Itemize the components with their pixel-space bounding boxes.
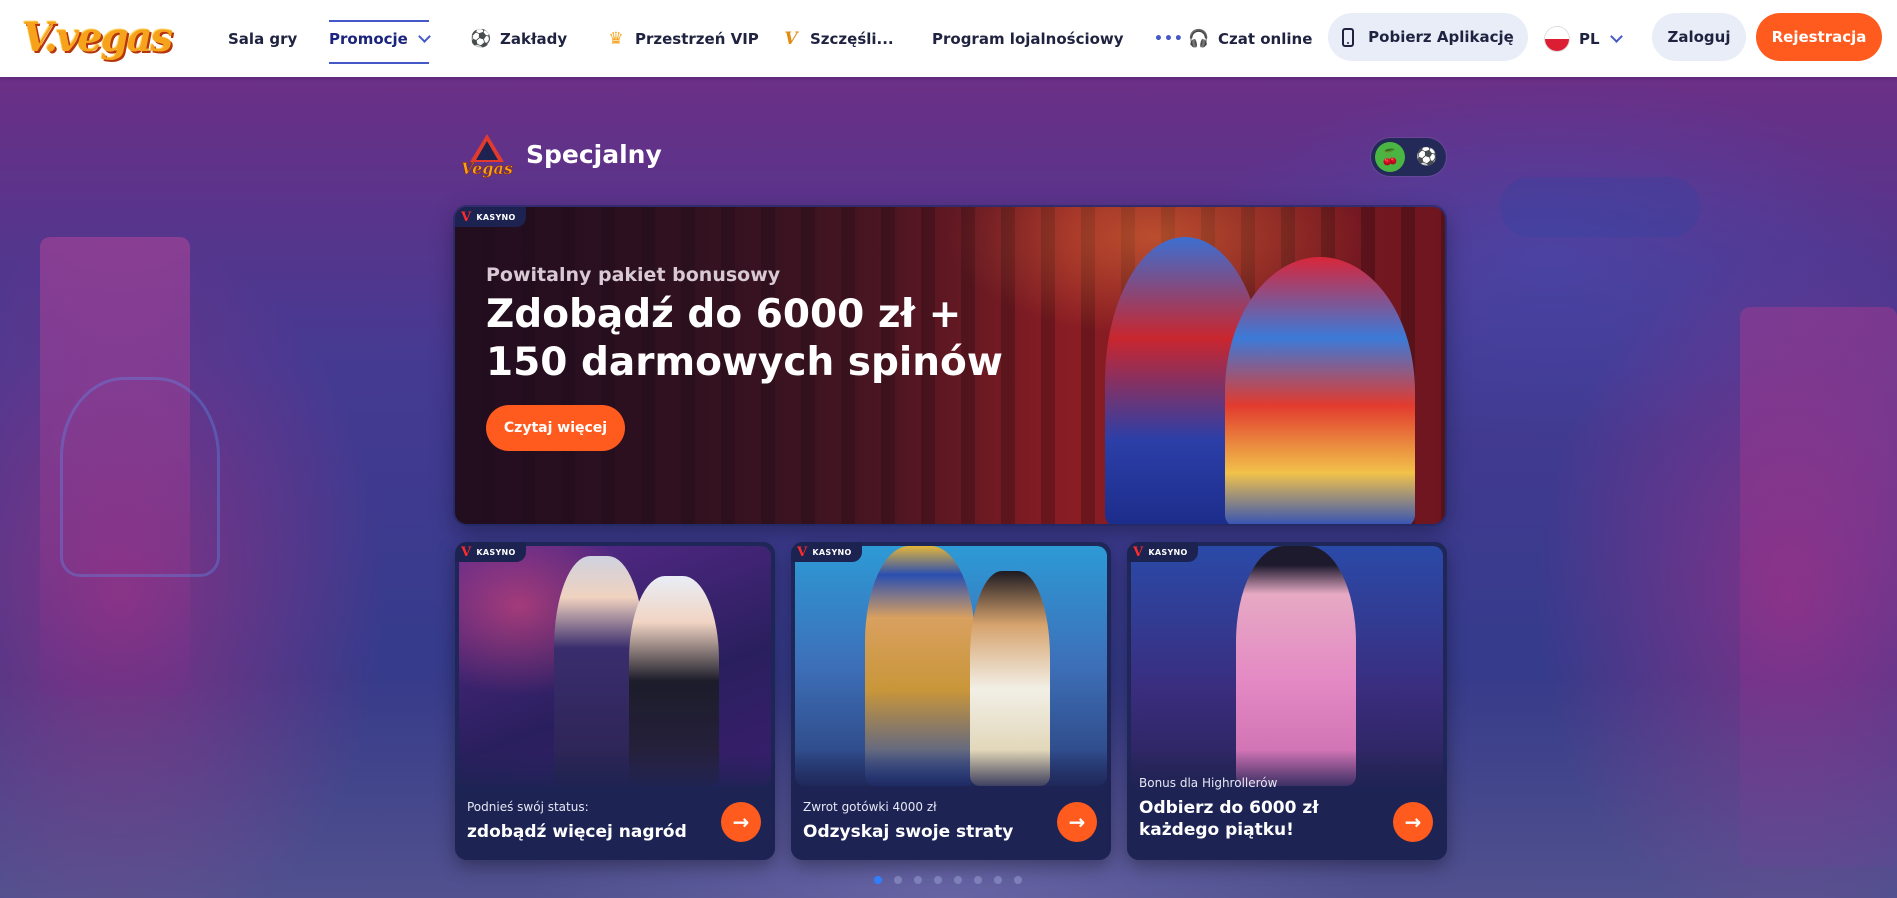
v-logo-icon: V	[797, 544, 808, 560]
vegas-section-logo: Vegas	[460, 132, 514, 182]
card-title: Odzyskaj swoje straty	[803, 822, 1014, 842]
casino-badge: V KASYNO	[791, 542, 862, 562]
login-button[interactable]: Zaloguj	[1652, 13, 1746, 61]
jester-figure-2	[1225, 257, 1415, 524]
cherry-icon[interactable]: 🍒	[1375, 142, 1405, 172]
top-navigation-bar: V.vegas Sala gry Promocje ⚽ Zakłady ♛ Pr…	[0, 0, 1897, 77]
badge-label: KASYNO	[812, 547, 852, 557]
casino-badge: V KASYNO	[455, 542, 526, 562]
carousel-dot[interactable]	[974, 876, 982, 884]
download-app-label: Pobierz Aplikację	[1368, 28, 1514, 46]
read-more-button[interactable]: Czytaj więcej	[486, 405, 625, 451]
hero-subtitle: Powitalny pakiet bonusowy	[486, 264, 781, 286]
language-selector[interactable]: PL	[1545, 0, 1623, 77]
nav-zaklady[interactable]: ⚽ Zakłady	[470, 0, 567, 77]
carousel-dot[interactable]	[874, 876, 882, 884]
nav-label: Szczęśli...	[810, 29, 894, 48]
hero-title: Zdobądź do 6000 zł + 150 darmowych spinó…	[486, 292, 1003, 385]
v-logo-icon: V	[461, 544, 472, 560]
casino-badge: V KASYNO	[455, 207, 526, 227]
card-title: zdobądź więcej nagród	[467, 822, 687, 842]
neon-cowboy-outline	[60, 377, 220, 577]
headset-icon: 🎧	[1188, 28, 1210, 49]
vvegas-logo[interactable]: V.vegas	[22, 10, 173, 66]
nav-label: Program lojalnościowy	[932, 29, 1124, 48]
carousel-dot[interactable]	[914, 876, 922, 884]
register-button[interactable]: Rejestracja	[1756, 13, 1882, 61]
language-code: PL	[1579, 29, 1600, 48]
v-logo-icon: V	[784, 28, 798, 49]
v-logo-icon: V	[1133, 544, 1144, 560]
nav-promocje[interactable]: Promocje	[329, 0, 431, 77]
carousel-dot[interactable]	[954, 876, 962, 884]
casino-sports-toggle[interactable]: 🍒 ⚽	[1371, 138, 1446, 176]
promo-card-highroller[interactable]: V KASYNO Bonus dla Highrollerów Odbierz d…	[1127, 542, 1447, 860]
card-title: Odbierz do 6000 zł każdego piątku!	[1139, 798, 1319, 840]
more-menu-icon[interactable]: •••	[1154, 0, 1184, 77]
nav-szczesliwy[interactable]: V Szczęśli...	[780, 0, 894, 77]
chat-online-button[interactable]: 🎧 Czat online	[1188, 0, 1312, 77]
badge-label: KASYNO	[476, 547, 516, 557]
poland-flag-icon	[1545, 26, 1569, 51]
chevron-down-icon	[417, 29, 431, 43]
nav-label: Zakłady	[500, 29, 568, 48]
card-kicker: Podnieś swój status:	[467, 800, 589, 814]
v-logo-icon: V	[461, 209, 472, 225]
chat-label: Czat online	[1218, 29, 1313, 48]
promo-card-cashback[interactable]: V KASYNO Zwrot gotówki 4000 zł Odzyskaj s…	[791, 542, 1111, 860]
logo-text: V.vegas	[22, 14, 173, 61]
carousel-dot[interactable]	[934, 876, 942, 884]
soccer-ball-icon[interactable]: ⚽	[1412, 142, 1442, 172]
card-kicker: Bonus dla Highrollerów	[1139, 776, 1278, 790]
login-label: Zaloguj	[1667, 28, 1731, 46]
crown-icon: ♛	[608, 28, 624, 49]
badge-label: KASYNO	[1148, 547, 1188, 557]
helicopter-silhouette	[1500, 177, 1700, 237]
chevron-down-icon	[1609, 29, 1623, 43]
card-kicker: Zwrot gotówki 4000 zł	[803, 800, 937, 814]
carousel-pagination	[874, 876, 1022, 884]
arrow-right-icon[interactable]: →	[1393, 802, 1433, 842]
nav-program-lojalnosciowy[interactable]: Program lojalnościowy	[932, 0, 1124, 77]
casino-badge: V KASYNO	[1127, 542, 1198, 562]
more-dots: •••	[1154, 30, 1184, 47]
nav-label: Promocje	[329, 29, 408, 48]
register-label: Rejestracja	[1771, 28, 1867, 46]
carousel-dot[interactable]	[1014, 876, 1022, 884]
soccer-ball-icon: ⚽	[470, 28, 492, 49]
read-more-label: Czytaj więcej	[503, 420, 608, 436]
carousel-dot[interactable]	[994, 876, 1002, 884]
nav-przestrzen-vip[interactable]: ♛ Przestrzeń VIP	[605, 0, 759, 77]
arrow-right-icon[interactable]: →	[1057, 802, 1097, 842]
nav-label: Przestrzeń VIP	[635, 29, 759, 48]
hero-promo-banner[interactable]: V KASYNO Powitalny pakiet bonusowy Zdobąd…	[455, 207, 1445, 524]
download-app-button[interactable]: Pobierz Aplikację	[1328, 13, 1528, 61]
section-title: Specjalny	[526, 140, 662, 169]
arrow-right-icon[interactable]: →	[721, 802, 761, 842]
nav-sala-gry[interactable]: Sala gry	[228, 0, 297, 77]
nav-label: Sala gry	[228, 29, 298, 48]
carousel-dot[interactable]	[894, 876, 902, 884]
phone-icon	[1342, 27, 1355, 47]
badge-label: KASYNO	[476, 212, 516, 222]
promo-card-status[interactable]: V KASYNO Podnieś swój status: zdobądź wię…	[455, 542, 775, 860]
svg-text:Vegas: Vegas	[461, 159, 513, 178]
